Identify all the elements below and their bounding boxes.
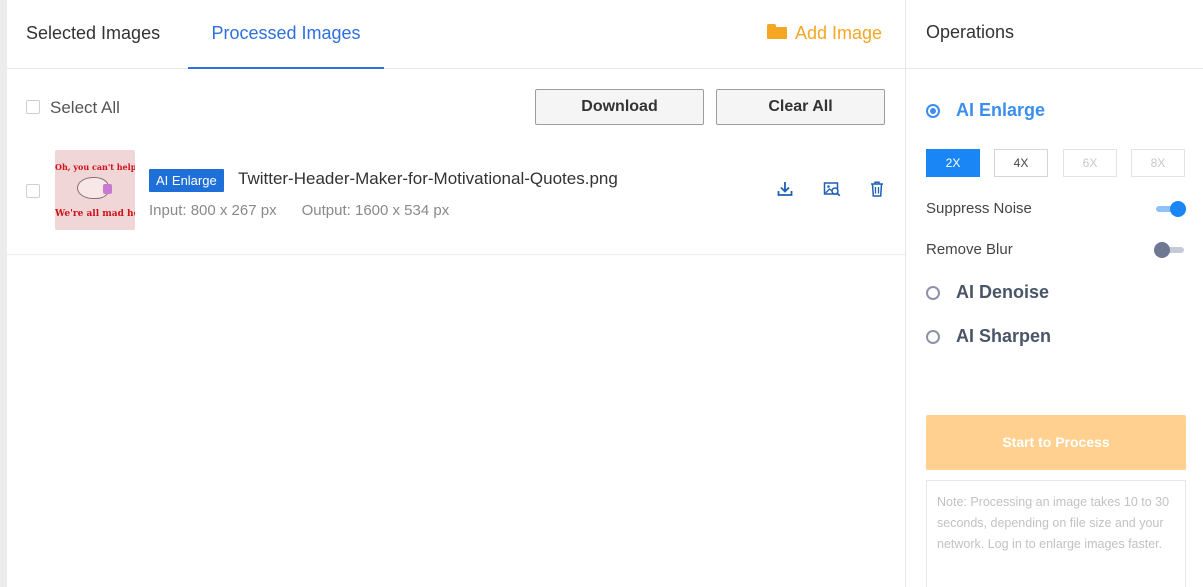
- ai-enlarge-radio[interactable]: [926, 104, 940, 118]
- file-name: Twitter-Header-Maker-for-Motivational-Qu…: [238, 169, 618, 188]
- preview-icon[interactable]: [823, 180, 841, 198]
- download-icon[interactable]: [776, 180, 794, 198]
- start-to-process-button[interactable]: Start to Process: [926, 415, 1186, 470]
- processing-note: Note: Processing an image takes 10 to 30…: [926, 480, 1186, 587]
- tab-processed-images[interactable]: Processed Images: [188, 0, 384, 69]
- scale-2x-button[interactable]: 2X: [926, 149, 980, 177]
- main-panel: Selected Images Processed Images Add Ima…: [7, 0, 905, 587]
- select-all-checkbox[interactable]: [26, 99, 40, 114]
- file-row: Oh, you can't help that We're all mad he…: [7, 140, 905, 255]
- ai-denoise-label[interactable]: AI Denoise: [956, 282, 1049, 303]
- remove-blur-toggle[interactable]: [1154, 242, 1186, 258]
- download-button[interactable]: Download: [535, 89, 704, 125]
- operations-panel: Operations AI Enlarge 2X 4X 6X 8X Suppre…: [905, 0, 1203, 587]
- add-image-label: Add Image: [795, 23, 883, 43]
- tab-bar: Selected Images Processed Images Add Ima…: [7, 0, 905, 69]
- tab-selected-images[interactable]: Selected Images: [26, 0, 160, 69]
- ai-sharpen-radio[interactable]: [926, 330, 940, 344]
- scale-4x-button[interactable]: 4X: [994, 149, 1048, 177]
- thumbnail-text-bottom: We're all mad here: [55, 209, 135, 219]
- output-size: Output: 1600 x 534 px: [301, 202, 450, 219]
- thumbnail-cat-detail: [103, 184, 112, 194]
- suppress-noise-label: Suppress Noise: [926, 200, 1032, 217]
- operation-badge: AI Enlarge: [149, 169, 224, 192]
- ai-sharpen-label[interactable]: AI Sharpen: [956, 326, 1051, 347]
- operations-title: Operations: [926, 22, 1015, 42]
- ai-denoise-radio[interactable]: [926, 286, 940, 300]
- file-thumbnail: Oh, you can't help that We're all mad he…: [55, 150, 135, 230]
- ai-enlarge-label[interactable]: AI Enlarge: [956, 100, 1045, 121]
- thumbnail-text-top: Oh, you can't help that: [55, 162, 135, 172]
- file-info: Input: 800 x 267 px Output: 1600 x 534 px: [149, 202, 449, 219]
- suppress-noise-toggle[interactable]: [1154, 201, 1186, 217]
- left-edge: [0, 0, 7, 587]
- remove-blur-label: Remove Blur: [926, 241, 1013, 258]
- file-checkbox[interactable]: [26, 184, 40, 198]
- add-image-button[interactable]: Add Image: [767, 0, 882, 66]
- select-all[interactable]: Select All: [26, 98, 120, 118]
- input-size: Input: 800 x 267 px: [149, 202, 277, 219]
- select-all-label: Select All: [50, 98, 120, 117]
- scale-6x-button[interactable]: 6X: [1063, 149, 1117, 177]
- trash-icon[interactable]: [868, 180, 886, 198]
- scale-8x-button[interactable]: 8X: [1131, 149, 1185, 177]
- operations-divider: [906, 68, 1203, 69]
- clear-all-button[interactable]: Clear All: [716, 89, 885, 125]
- folder-icon: [767, 23, 787, 39]
